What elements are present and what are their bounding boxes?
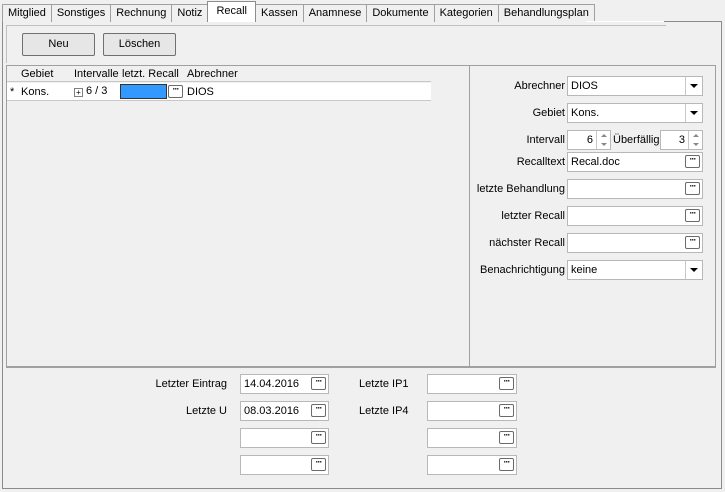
letzte-u-label: Letzte U [186,405,227,417]
cell-intervalle-value: 6 / 3 [86,85,108,97]
tab-behandlungsplan[interactable]: Behandlungsplan [497,4,595,22]
cell-gebiet[interactable]: Kons. [21,86,49,98]
ellipsis-icon[interactable]: ··· [499,431,514,444]
letzte-ip1-field[interactable]: ··· [427,374,517,394]
ellipsis-icon[interactable]: ··· [499,404,514,417]
ueberfaellig-stepper-value: 3 [678,134,685,146]
extra-field-4[interactable]: ··· [427,455,517,475]
letzte-u-field[interactable]: 08.03.2016 ··· [240,401,329,421]
spinner-icon[interactable] [688,131,702,149]
recall-grid[interactable]: Gebiet Intervalle letzt. Recall Abrechne… [6,65,470,367]
benachrichtigung-label: Benachrichtigung [479,264,565,276]
spin-down-icon[interactable] [689,140,702,149]
extra-field-1[interactable]: ··· [240,428,329,448]
delete-button[interactable]: Löschen [103,33,176,56]
cell-abrechner[interactable]: DIOS [187,86,214,98]
letzte-behandlung-field[interactable]: ··· [567,179,703,199]
tab-kategorien[interactable]: Kategorien [433,4,499,22]
spin-down-icon[interactable] [597,140,610,149]
ellipsis-icon[interactable]: ··· [499,377,514,390]
ellipsis-icon[interactable]: ··· [311,431,326,444]
spin-up-icon[interactable] [597,131,610,140]
benachrichtigung-select[interactable]: keine [567,260,703,280]
tab-recall[interactable]: Recall [207,1,257,22]
ueberfaellig-label: Überfällig [613,134,660,146]
tab-anamnese[interactable]: Anamnese [302,4,368,22]
letzter-recall-field[interactable]: ··· [567,206,703,226]
tab-bar: Mitglied Sonstiges Rechnung Notiz Recall… [2,1,595,22]
new-button[interactable]: Neu [22,33,95,56]
abrechner-label: Abrechner [514,80,565,92]
row-marker: * [10,86,15,98]
letzte-ip4-label: Letzte IP4 [359,405,409,417]
tab-notiz[interactable]: Notiz [171,4,209,22]
letzter-eintrag-label: Letzter Eintrag [155,378,227,390]
chevron-down-icon[interactable] [685,261,702,279]
ellipsis-icon[interactable]: ··· [311,377,326,390]
spinner-icon[interactable] [596,131,610,149]
tab-bar-edge [586,21,664,22]
recalltext-field-value: Recal.doc [571,156,620,168]
gebiet-label: Gebiet [532,107,565,119]
recalltext-field[interactable]: Recal.doc ··· [567,152,703,172]
chevron-down-icon[interactable] [685,77,702,95]
naechster-recall-field[interactable]: ··· [567,233,703,253]
ellipsis-icon[interactable]: ··· [685,155,700,168]
extra-field-3[interactable]: ··· [427,428,517,448]
tab-sonstiges[interactable]: Sonstiges [50,4,112,22]
letzter-recall-label: letzter Recall [501,210,565,222]
tab-dokumente[interactable]: Dokumente [366,4,435,22]
spin-up-icon[interactable] [689,131,702,140]
gebiet-select-value: Kons. [571,107,600,119]
letzte-u-field-value: 08.03.2016 [244,405,300,417]
column-header-letzt-recall[interactable]: letzt. Recall [122,68,179,80]
letzte-ip4-field[interactable]: ··· [427,401,517,421]
naechster-recall-label: nächster Recall [489,237,565,249]
grid-header: Gebiet Intervalle letzt. Recall Abrechne… [7,66,431,82]
ellipsis-icon[interactable]: ··· [685,182,700,195]
ellipsis-icon[interactable]: ··· [311,404,326,417]
column-header-intervalle[interactable]: Intervalle [74,68,119,80]
ueberfaellig-stepper[interactable]: 3 [660,130,703,150]
ellipsis-icon[interactable]: ··· [499,458,514,471]
tab-mitglied[interactable]: Mitglied [2,4,52,22]
ellipsis-icon[interactable]: ··· [311,458,326,471]
column-header-gebiet[interactable]: Gebiet [21,68,53,80]
tab-kassen[interactable]: Kassen [255,4,304,22]
abrechner-select-value: DIOS [571,80,598,92]
ellipsis-icon[interactable]: ··· [685,236,700,249]
ellipsis-icon[interactable]: ··· [685,209,700,222]
letzter-eintrag-field[interactable]: 14.04.2016 ··· [240,374,329,394]
extra-field-2[interactable]: ··· [240,455,329,475]
ellipsis-icon[interactable]: ··· [168,85,183,98]
intervall-label: Intervall [526,134,565,146]
gebiet-select[interactable]: Kons. [567,103,703,123]
cell-letzt-recall-editor[interactable] [120,84,167,99]
letzte-ip1-label: Letzte IP1 [359,378,409,390]
benachrichtigung-select-value: keine [571,264,598,276]
table-row[interactable]: * Kons. +6 / 3 ··· DIOS [7,83,431,101]
intervall-stepper[interactable]: 6 [567,130,611,150]
recalltext-label: Recalltext [516,156,565,168]
intervall-stepper-value: 6 [586,134,593,146]
letzter-eintrag-field-value: 14.04.2016 [244,378,300,390]
chevron-down-icon[interactable] [685,104,702,122]
abrechner-select[interactable]: DIOS [567,76,703,96]
expand-icon[interactable]: + [74,88,83,97]
cell-intervalle[interactable]: +6 / 3 [74,85,107,97]
tab-rechnung[interactable]: Rechnung [110,4,173,22]
letzte-behandlung-label: letzte Behandlung [476,183,565,195]
column-header-abrechner[interactable]: Abrechner [187,68,238,80]
